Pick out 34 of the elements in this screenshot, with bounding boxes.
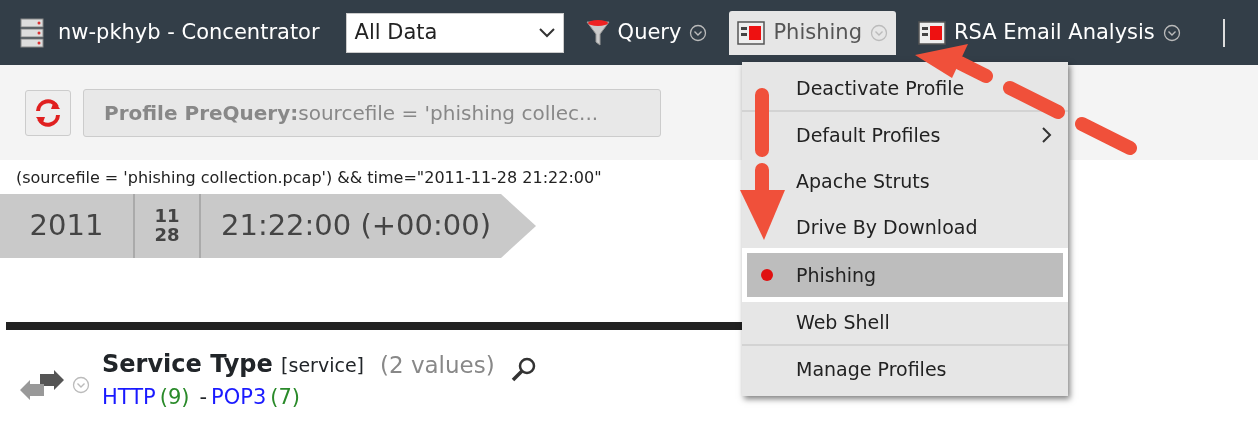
menu-item[interactable]: Default Profiles: [742, 112, 1068, 158]
refresh-button[interactable]: [25, 89, 71, 136]
profile-icon[interactable]: [737, 20, 766, 45]
dropdown-icon[interactable]: [1162, 23, 1181, 42]
data-select[interactable]: All Data: [345, 12, 564, 53]
refresh-icon: [33, 97, 63, 128]
value-link[interactable]: POP3: [211, 382, 267, 414]
menu-item[interactable]: Drive By Download: [742, 204, 1068, 250]
selected-dot-icon: [760, 268, 774, 282]
value-count: (9): [159, 384, 190, 411]
menu-item[interactable]: Web Shell: [742, 300, 1068, 346]
timeline-arrow-icon: [501, 194, 536, 258]
separator-text: -: [199, 384, 208, 411]
chevron-icon: [538, 27, 555, 38]
profile-button[interactable]: Phishing: [729, 10, 896, 55]
value-link[interactable]: HTTP: [102, 382, 156, 414]
value-count: (2 values): [380, 350, 495, 380]
year-cell[interactable]: 2011: [0, 194, 135, 258]
menu-item[interactable]: Apache Struts: [742, 158, 1068, 204]
profile-icon[interactable]: [918, 20, 946, 45]
day-text: 28: [154, 226, 180, 245]
server-icon: [20, 17, 44, 48]
exchange-icon: [20, 369, 64, 400]
menu-item[interactable]: Manage Profiles: [742, 346, 1068, 392]
search-icon[interactable]: [510, 356, 537, 382]
meta-title: Service Type [service]: [102, 349, 364, 380]
chevron-right-icon: [1042, 127, 1052, 143]
month-text: 11: [154, 207, 180, 226]
query-button[interactable]: Query: [577, 10, 716, 55]
dropdown-icon[interactable]: [689, 23, 708, 42]
funnel-icon[interactable]: [585, 18, 610, 47]
query-text: (sourcefile = 'phishing collection.pcap') && time="2011-11-28 21:22:00": [16, 167, 602, 189]
window-title: nw-pkhyb - Concentrator: [58, 18, 320, 46]
value-count: (7): [270, 384, 301, 411]
